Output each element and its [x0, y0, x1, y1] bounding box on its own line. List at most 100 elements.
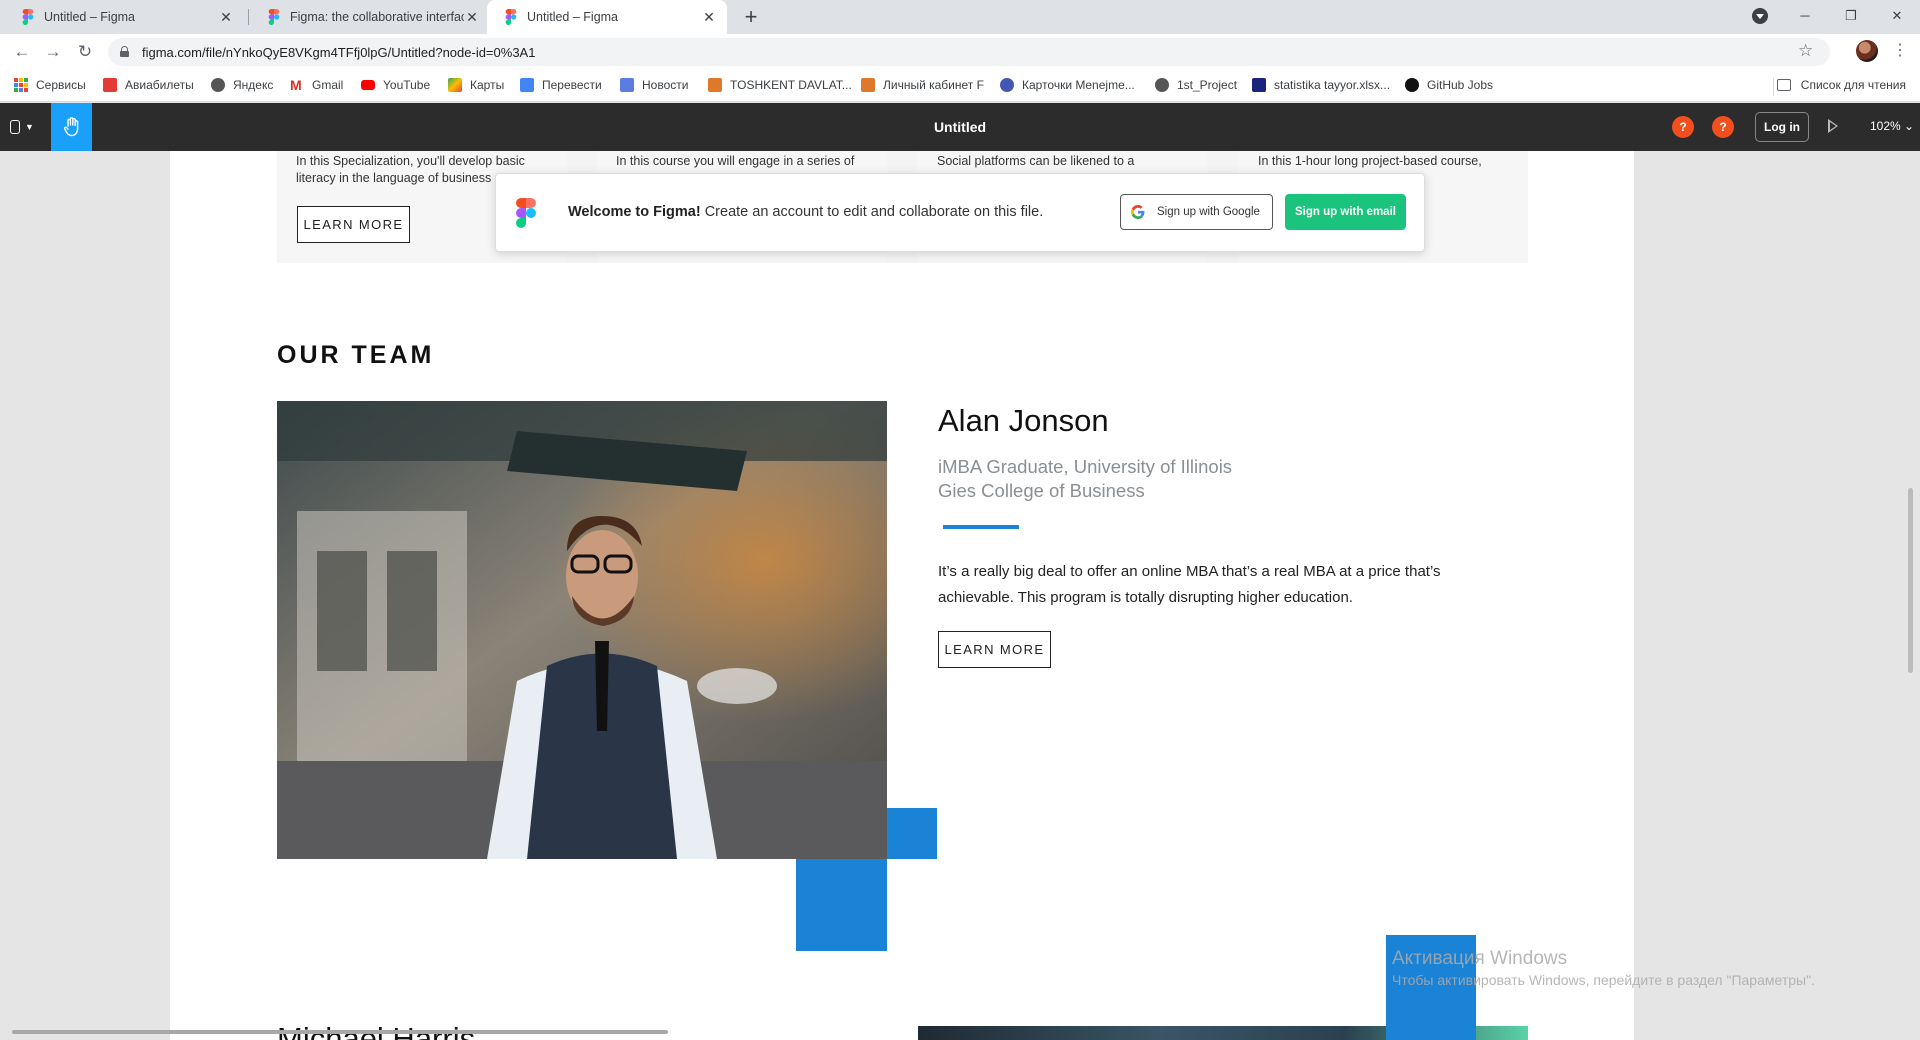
new-tab-button[interactable]: + — [737, 3, 765, 31]
help-button[interactable]: ? — [1672, 116, 1694, 138]
browser-toolbar: ← → ↻ figma.com/file/nYnkoQyE8VKgm4TFfj0… — [0, 34, 1920, 70]
bookmark-news[interactable]: Новости — [620, 78, 688, 92]
youtube-icon — [361, 80, 375, 90]
bookmark-github-jobs[interactable]: GitHub Jobs — [1405, 78, 1493, 92]
learn-more-button[interactable]: LEARN MORE — [938, 631, 1051, 668]
welcome-banner: Welcome to Figma! Create an account to e… — [495, 173, 1425, 252]
bookmark-translate[interactable]: Перевести — [520, 78, 602, 92]
figma-toolbar: ▼ Untitled ? ? Log in 102% ⌄ — [0, 103, 1920, 151]
tab-title: Untitled – Figma — [527, 10, 619, 24]
maps-icon — [448, 78, 462, 92]
welcome-message: Welcome to Figma! Create an account to e… — [568, 204, 1043, 220]
restore-window-button[interactable]: ❐ — [1828, 0, 1874, 34]
minimize-window-button[interactable]: ─ — [1782, 0, 1828, 34]
figma-canvas[interactable]: In this Specialization, you'll develop b… — [0, 151, 1920, 1040]
team-member-subtitle: iMBA Graduate, University of Illinois Gi… — [938, 455, 1232, 503]
section-title: OUR TEAM — [277, 341, 435, 369]
bookmark-label: Яндекс — [233, 78, 274, 92]
reload-icon[interactable]: ↻ — [73, 40, 97, 64]
lock-icon[interactable] — [120, 46, 129, 57]
figma-favicon-icon — [505, 9, 517, 25]
accent-divider — [943, 525, 1019, 529]
tab-figma-collaborative[interactable]: Figma: the collaborative interface ✕ — [250, 0, 490, 34]
bookmark-1st-project[interactable]: 1st_Project — [1155, 78, 1237, 92]
figma-favicon-icon — [268, 9, 280, 25]
zoom-level[interactable]: 102% ⌄ — [1870, 119, 1914, 133]
learn-more-button[interactable]: LEARN MORE — [297, 206, 410, 243]
bookmark-flights[interactable]: Авиабилеты — [103, 78, 194, 92]
tab-title: Untitled – Figma — [44, 10, 136, 24]
forward-arrow-icon[interactable]: → — [41, 40, 65, 64]
bookmark-maps[interactable]: Карты — [448, 78, 504, 92]
news-icon — [620, 78, 634, 92]
github-icon — [1405, 78, 1419, 92]
profile-avatar[interactable] — [1856, 40, 1878, 62]
bookmark-label: Карточки Menejme... — [1022, 78, 1135, 92]
bookmark-services[interactable]: Сервисы — [14, 78, 86, 92]
tab-title: Figma: the collaborative interface — [290, 10, 464, 24]
sign-up-email-button[interactable]: Sign up with email — [1285, 194, 1406, 230]
bookmark-statistika[interactable]: statistika tayyor.xlsx... — [1252, 78, 1390, 92]
browser-tab-bar: Untitled – Figma ✕ Figma: the collaborat… — [0, 0, 1920, 34]
tab-untitled-figma-1[interactable]: Untitled – Figma ✕ — [4, 0, 244, 34]
url-text[interactable]: figma.com/file/nYnkoQyE8VKgm4TFfj0lpG/Un… — [142, 45, 535, 60]
tab-untitled-figma-active[interactable]: Untitled – Figma ✕ — [487, 0, 727, 34]
bookmarks-bar: Сервисы Авиабилеты Яндекс M Gmail YouTub… — [0, 70, 1920, 102]
bookmark-star-icon[interactable]: ☆ — [1798, 41, 1813, 61]
windows-activation-title: Активация Windows — [1392, 948, 1568, 969]
course-description: Social platforms can be likened to a — [937, 154, 1135, 168]
apps-grid-icon — [14, 78, 28, 92]
bookmark-label: Карты — [470, 78, 505, 92]
back-arrow-icon[interactable]: ← — [10, 40, 34, 64]
gmail-icon: M — [290, 77, 302, 93]
present-play-icon[interactable] — [1828, 119, 1838, 133]
vertical-scrollbar[interactable] — [1908, 488, 1913, 673]
file-title: Untitled — [933, 119, 987, 135]
course-description: In this 1-hour long project-based course… — [1258, 154, 1482, 168]
bookmark-label: TOSHKENT DAVLAT... — [730, 78, 852, 92]
bookmark-label: 1st_Project — [1177, 78, 1238, 92]
address-bar[interactable]: figma.com/file/nYnkoQyE8VKgm4TFfj0lpG/Un… — [108, 38, 1830, 66]
flight-icon — [103, 78, 117, 92]
close-tab-icon[interactable]: ✕ — [464, 9, 480, 26]
bookmark-label: Сервисы — [36, 78, 86, 92]
figma-main-menu[interactable]: ▼ — [10, 117, 40, 137]
bookmark-label: Новости — [642, 78, 689, 92]
tab-search-icon[interactable] — [1752, 8, 1768, 24]
bookmark-label: Перевести — [542, 78, 602, 92]
tab-separator — [248, 9, 249, 25]
bookmarks-divider — [1773, 78, 1774, 96]
close-tab-icon[interactable]: ✕ — [218, 9, 234, 26]
help-button-secondary[interactable]: ? — [1712, 116, 1734, 138]
university-icon — [861, 78, 875, 92]
reading-list-icon — [1776, 79, 1791, 91]
sign-up-google-button[interactable]: Sign up with Google — [1120, 194, 1273, 230]
google-g-icon — [1131, 205, 1145, 219]
team-member-photo-illustration — [277, 401, 887, 859]
browser-menu-icon[interactable]: ⋮ — [1892, 40, 1908, 62]
bookmark-label: GitHub Jobs — [1427, 78, 1494, 92]
figma-favicon-icon — [22, 9, 34, 25]
bookmark-youtube[interactable]: YouTube — [361, 78, 430, 92]
hand-tool-button[interactable] — [51, 103, 92, 151]
bookmark-label: Личный кабинет F — [883, 78, 984, 92]
subtitle-line: Gies College of Business — [938, 480, 1145, 501]
welcome-text: Create an account to edit and collaborat… — [700, 204, 1044, 220]
reading-list-button[interactable]: Список для чтения — [1776, 78, 1906, 92]
star-badge-icon — [1252, 78, 1266, 92]
login-button[interactable]: Log in — [1755, 112, 1809, 142]
zoom-value: 102% — [1870, 119, 1901, 133]
university-icon — [708, 78, 722, 92]
close-window-button[interactable]: ✕ — [1874, 0, 1920, 34]
bookmark-yandex[interactable]: Яндекс — [211, 78, 273, 92]
bookmark-toshkent[interactable]: TOSHKENT DAVLAT... — [708, 78, 852, 92]
globe-icon — [211, 78, 225, 92]
figma-logo-icon — [516, 198, 536, 228]
bookmark-quizlet[interactable]: Карточки Menejme... — [1000, 78, 1135, 92]
course-description: In this course you will engage in a seri… — [616, 154, 855, 168]
close-tab-icon[interactable]: ✕ — [701, 9, 717, 26]
horizontal-scrollbar[interactable] — [12, 1030, 668, 1034]
bookmark-personal-cabinet[interactable]: Личный кабинет F — [861, 78, 984, 92]
bookmark-gmail[interactable]: M Gmail — [290, 78, 343, 92]
bookmark-label: Gmail — [312, 78, 344, 92]
